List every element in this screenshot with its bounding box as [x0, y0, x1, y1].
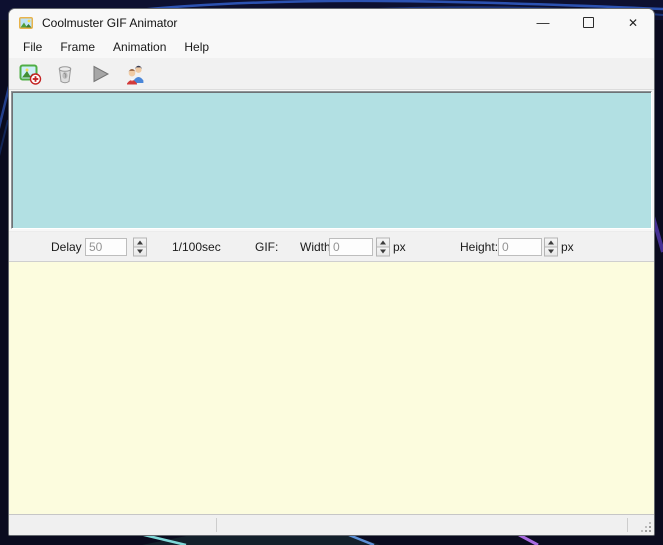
delay-input[interactable]: [85, 237, 127, 256]
close-icon: ✕: [627, 15, 639, 30]
menu-bar: File Frame Animation Help: [9, 36, 654, 58]
preview-area: [9, 262, 654, 514]
title-bar: Coolmuster GIF Animator — ✕: [9, 9, 654, 36]
maximize-icon: [582, 17, 594, 28]
height-input[interactable]: [498, 237, 542, 256]
maximize-button[interactable]: [573, 9, 603, 36]
delay-spinner: [133, 237, 147, 256]
delay-spinner-up-button[interactable]: [133, 237, 147, 247]
gif-label: GIF:: [255, 239, 279, 254]
arrow-down-icon: [137, 249, 143, 253]
toolbar: [9, 58, 654, 90]
height-spinner: [544, 237, 558, 256]
arrow-up-icon: [137, 240, 143, 244]
statusbar-divider: [216, 518, 217, 532]
height-spinner-up-button[interactable]: [544, 237, 558, 247]
arrow-up-icon: [548, 240, 554, 244]
users-icon: [127, 65, 144, 84]
menu-frame[interactable]: Frame: [51, 37, 104, 57]
frames-panel[interactable]: [11, 91, 652, 229]
minimize-button[interactable]: —: [528, 9, 558, 36]
arrow-down-icon: [548, 249, 554, 253]
height-label: Height:: [460, 239, 499, 254]
width-unit-label: px: [393, 239, 406, 254]
height-spinner-down-button[interactable]: [544, 247, 558, 256]
window-title: Coolmuster GIF Animator: [42, 15, 178, 30]
width-spinner-up-button[interactable]: [376, 237, 390, 247]
width-spinner: [376, 237, 390, 256]
arrow-up-icon: [380, 240, 386, 244]
delete-frame-button[interactable]: [52, 61, 78, 87]
about-button[interactable]: [122, 61, 148, 87]
delay-unit-label: 1/100sec: [172, 239, 221, 254]
status-bar: [9, 514, 654, 535]
control-bar: Delay : 1/100sec GIF: Width: px Height: …: [9, 231, 654, 262]
play-icon: [93, 65, 110, 82]
play-button[interactable]: [87, 61, 113, 87]
delay-spinner-down-button[interactable]: [133, 247, 147, 256]
width-input[interactable]: [329, 237, 373, 256]
menu-file[interactable]: File: [14, 37, 51, 57]
resize-grip[interactable]: [640, 521, 652, 533]
add-frame-button[interactable]: [17, 61, 43, 87]
app-icon: [19, 16, 33, 29]
delete-frame-icon: [58, 65, 72, 83]
menu-help[interactable]: Help: [175, 37, 218, 57]
add-frame-icon: [19, 64, 42, 85]
statusbar-divider: [627, 518, 628, 532]
height-unit-label: px: [561, 239, 574, 254]
close-button[interactable]: ✕: [618, 9, 648, 36]
app-window: Coolmuster GIF Animator — ✕ File Frame A…: [8, 8, 655, 536]
arrow-down-icon: [380, 249, 386, 253]
minimize-icon: —: [536, 15, 550, 30]
menu-animation[interactable]: Animation: [104, 37, 175, 57]
width-spinner-down-button[interactable]: [376, 247, 390, 256]
delay-label: Delay :: [51, 239, 89, 254]
window-controls: — ✕: [513, 9, 648, 36]
